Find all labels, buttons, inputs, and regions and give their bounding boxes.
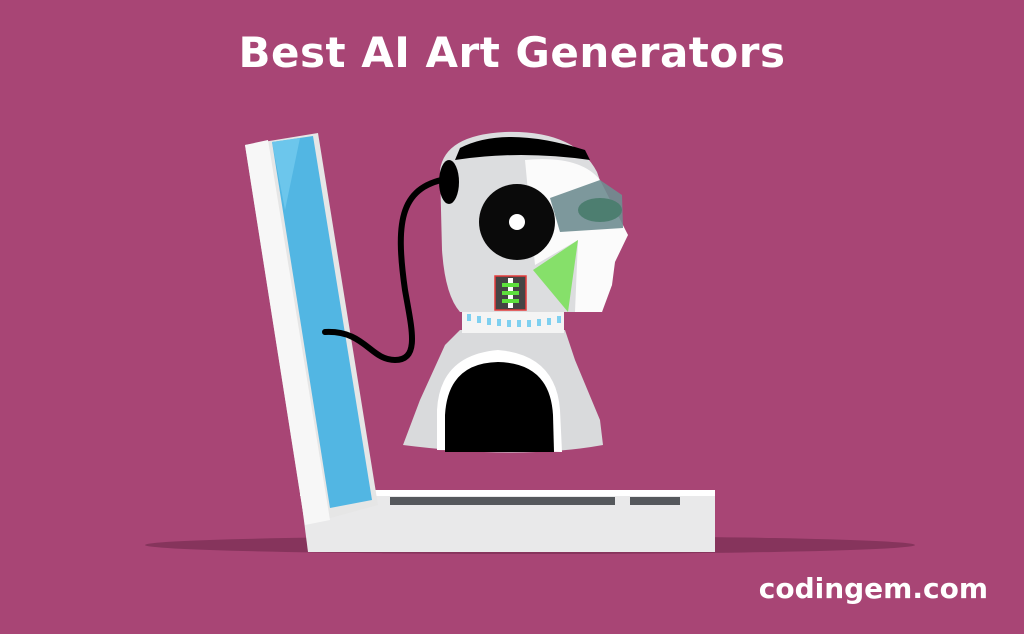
site-watermark: codingem.com [758, 572, 988, 605]
robot-laptop-illustration [145, 131, 915, 554]
chip-lights [502, 283, 519, 303]
ear-center [509, 214, 525, 230]
earpiece [439, 160, 459, 204]
page-title: Best AI Art Generators [238, 28, 786, 77]
cable [322, 175, 455, 364]
keyboard-bar [390, 497, 615, 505]
trackpad-bar [630, 497, 680, 505]
visor-glow [578, 198, 622, 222]
